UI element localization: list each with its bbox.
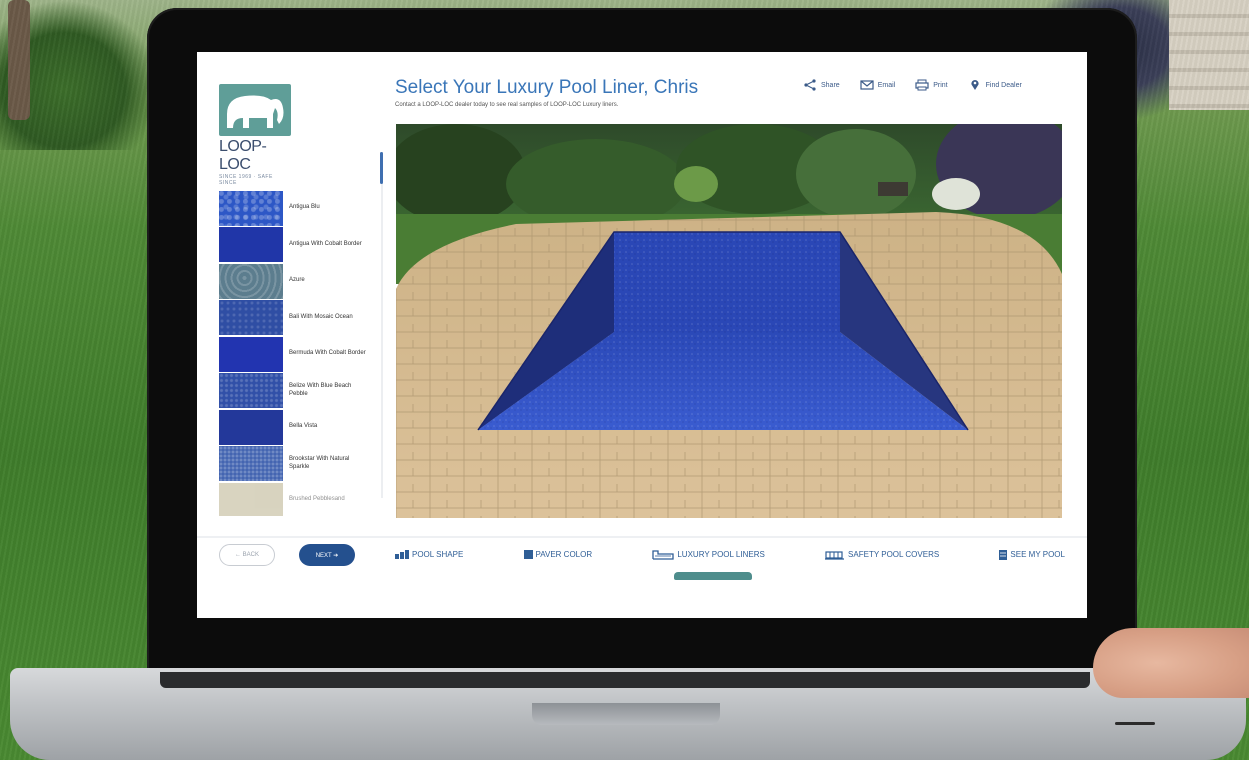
liner-scrollbar[interactable]: [381, 152, 383, 498]
hand: [1093, 628, 1249, 698]
liner-swatch: [219, 300, 283, 335]
step-pool-shape[interactable]: POOL SHAPE: [395, 550, 463, 559]
paver-icon: [523, 550, 533, 559]
liner-label: Azure: [289, 277, 305, 284]
liner-swatch: [219, 409, 283, 445]
liner-label: Bali With Mosaic Ocean: [289, 313, 353, 320]
liner-swatch: [219, 227, 283, 262]
laptop-hinge: [160, 672, 1090, 688]
app-screen: LOOP-LOC SINCE 1969 · SAFE SINCE Select …: [197, 52, 1087, 618]
next-button[interactable]: NEXT ➔: [299, 544, 355, 566]
step-luxury-pool-liners[interactable]: LUXURY POOL LINERS: [652, 549, 765, 560]
share-icon: [804, 79, 816, 91]
envelope-icon: [860, 80, 874, 90]
email-button[interactable]: Email: [860, 79, 896, 91]
step-see-my-pool[interactable]: SEE MY POOL: [999, 549, 1065, 560]
liner-label: Antigua Blu: [289, 204, 320, 211]
find-dealer-button[interactable]: Find Dealer: [968, 79, 1022, 91]
page-title: Select Your Luxury Pool Liner, Chris: [395, 77, 699, 98]
liner-item[interactable]: Bali With Mosaic Ocean: [219, 300, 377, 336]
logo-box: [219, 84, 291, 136]
liner-label: Brookstar With Natural Sparkle: [289, 455, 350, 470]
liner-item[interactable]: Brookstar With Natural Sparkle: [219, 446, 377, 482]
step-label: LUXURY POOL LINERS: [677, 550, 765, 559]
print-button[interactable]: Print: [915, 79, 948, 91]
share-button[interactable]: Share: [803, 79, 840, 91]
liner-item[interactable]: Azure: [219, 263, 377, 299]
liner-item[interactable]: Antigua With Cobalt Border: [219, 227, 377, 263]
map-pin-icon: [971, 80, 979, 90]
brand-logo[interactable]: LOOP-LOC SINCE 1969 · SAFE SINCE: [219, 84, 291, 186]
liner-swatch: [219, 482, 283, 516]
step-label: POOL SHAPE: [412, 550, 464, 559]
step-label: SEE MY POOL: [1010, 550, 1065, 559]
step-safety-pool-covers[interactable]: SAFETY POOL COVERS: [825, 549, 939, 560]
elephant-icon: [227, 95, 284, 128]
printer-icon: [915, 79, 929, 91]
liner-icon: [652, 550, 675, 560]
liner-swatch: [219, 336, 283, 372]
cover-icon: [825, 551, 845, 560]
liner-label: Antigua With Cobalt Border: [289, 240, 362, 247]
pool-preview: [396, 124, 1062, 518]
share-label: Share: [821, 81, 840, 89]
liner-item[interactable]: Brushed Pebblesand: [219, 482, 377, 516]
see-pool-icon: [999, 549, 1008, 560]
liner-swatch: [219, 190, 283, 226]
laptop-slot: [1115, 722, 1155, 725]
liner-scroll-thumb[interactable]: [380, 152, 383, 184]
laptop-notch: [532, 703, 720, 725]
top-actions: Share Email Print Find Dealer: [803, 79, 1022, 91]
step-nav: POOL SHAPE PAVER COLOR LUXURY POOL LINER…: [395, 549, 1065, 560]
liner-item[interactable]: Bermuda With Cobalt Border: [219, 336, 377, 372]
step-paver-color[interactable]: PAVER COLOR: [523, 550, 593, 559]
email-label: Email: [877, 81, 896, 89]
liner-list[interactable]: Antigua Blu Antigua With Cobalt Border A…: [219, 190, 377, 516]
liner-label: Brushed Pebblesand: [289, 496, 345, 503]
liner-swatch: [219, 373, 283, 408]
liner-item[interactable]: Antigua Blu: [219, 190, 377, 226]
back-button[interactable]: ← BACK: [219, 544, 275, 566]
step-label: PAVER COLOR: [535, 550, 593, 559]
liner-swatch: [219, 263, 283, 299]
liner-swatch: [219, 446, 283, 481]
liner-item[interactable]: Belize With Blue Beach Pebble: [219, 373, 377, 409]
logo-wordmark: LOOP-LOC: [219, 138, 267, 173]
active-step-indicator: [674, 572, 752, 580]
page-subtitle: Contact a LOOP-LOC dealer today to see r…: [395, 102, 619, 108]
liner-label: Bella Vista: [289, 423, 318, 430]
step-label: SAFETY POOL COVERS: [848, 550, 940, 559]
liner-label: Belize With Blue Beach Pebble: [289, 382, 352, 397]
pool-render: [396, 124, 1062, 518]
liner-item[interactable]: Bella Vista: [219, 409, 377, 445]
print-label: Print: [933, 81, 948, 89]
pool-shape-icon: [395, 550, 409, 559]
logo-tagline: SINCE 1969 · SAFE SINCE: [219, 174, 273, 186]
bottom-divider: [197, 536, 1087, 538]
liner-label: Bermuda With Cobalt Border: [289, 350, 366, 357]
find-dealer-label: Find Dealer: [985, 81, 1022, 89]
